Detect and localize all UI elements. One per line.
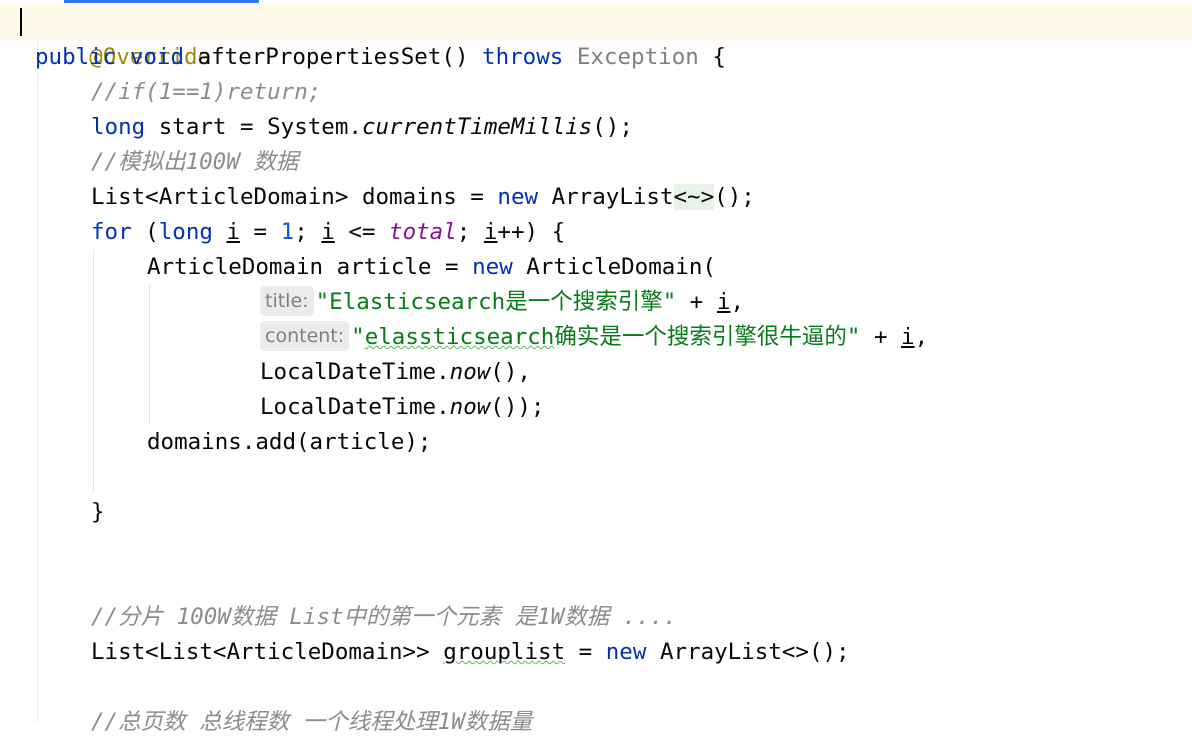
- loop-variable: i: [716, 289, 731, 315]
- code-line-10[interactable]: content: "elassticsearch确实是一个搜索引擎很牛逼的" + …: [260, 320, 928, 355]
- code-text: +: [676, 289, 717, 315]
- comment: //模拟出100W 数据: [91, 149, 299, 175]
- code-line-12[interactable]: LocalDateTime.now());: [260, 390, 544, 425]
- loop-variable: i: [901, 324, 915, 350]
- code-line-9[interactable]: title: "Elasticsearch是一个搜索引擎" + i,: [260, 285, 744, 320]
- active-tab-indicator: [64, 0, 259, 3]
- code-text: ArrayList: [538, 184, 674, 210]
- loop-variable: i: [226, 219, 241, 245]
- code-line-15[interactable]: }: [91, 495, 105, 530]
- folded-diamond[interactable]: <~>: [673, 184, 715, 210]
- static-call: now: [449, 394, 491, 420]
- keyword: new: [605, 639, 647, 665]
- spelling-warning[interactable]: grouplist: [443, 639, 565, 665]
- code-text: ;: [294, 219, 322, 245]
- keyword: long: [158, 219, 213, 245]
- comment: //分片 100W数据 List中的第一个元素 是1W数据 ....: [91, 604, 677, 630]
- code-text: List<List<ArticleDomain>>: [91, 639, 444, 665]
- string-literal: "Elasticsearch是一个搜索引擎": [315, 289, 677, 315]
- text-caret: [20, 8, 22, 36]
- code-text: =: [456, 184, 498, 210]
- code-text: LocalDateTime.: [260, 394, 450, 420]
- code-line-3[interactable]: //if(1==1)return;: [91, 75, 321, 110]
- closing-brace: }: [91, 499, 105, 525]
- code-text: start = System.: [145, 114, 362, 140]
- code-text: ;: [456, 219, 484, 245]
- keyword: throws: [482, 44, 564, 70]
- code-text: =: [240, 219, 281, 245]
- code-text: ArticleDomain article =: [147, 254, 473, 280]
- indent-guide-outer: [37, 40, 38, 723]
- code-text: (),: [490, 359, 531, 385]
- keyword: long: [91, 114, 146, 140]
- code-text: List<ArticleDomain>: [91, 184, 362, 210]
- string-literal: 确实是一个搜索引擎很牛逼的": [554, 324, 861, 350]
- code-line-5[interactable]: //模拟出100W 数据: [91, 145, 298, 180]
- code-text: ();: [714, 184, 755, 210]
- code-text: <=: [334, 219, 390, 245]
- code-text: LocalDateTime.: [260, 359, 450, 385]
- parameter-hint: content:: [260, 321, 350, 351]
- code-text: +: [860, 324, 902, 350]
- code-text: ,: [730, 289, 744, 315]
- comment: //if(1==1)return;: [91, 79, 322, 105]
- code-line-1[interactable]: @Override: [35, 5, 211, 70]
- code-text: ++) {: [497, 219, 566, 245]
- static-call: now: [449, 359, 491, 385]
- loop-variable: i: [483, 219, 498, 245]
- code-text: =: [565, 639, 606, 665]
- indent-guide-for-body: [93, 250, 94, 492]
- code-text: {: [698, 44, 726, 70]
- code-line-19[interactable]: List<List<ArticleDomain>> grouplist = ne…: [91, 635, 850, 670]
- keyword: public: [35, 44, 117, 70]
- parameter-hint: title:: [260, 286, 314, 316]
- keyword: new: [497, 184, 539, 210]
- keyword: new: [472, 254, 513, 280]
- static-call: currentTimeMillis: [361, 114, 593, 140]
- code-text: ,: [914, 324, 929, 350]
- comment: //总页数 总线程数 一个线程处理1W数据量: [91, 709, 533, 735]
- code-text: domains.add(article);: [147, 429, 432, 455]
- code-line-4[interactable]: long start = System.currentTimeMillis();: [91, 110, 633, 145]
- code-text: ArticleDomain(: [512, 254, 716, 280]
- code-line-13[interactable]: domains.add(article);: [147, 425, 431, 460]
- code-line-8[interactable]: ArticleDomain article = new ArticleDomai…: [147, 250, 716, 285]
- number-literal: 1: [280, 219, 295, 245]
- code-line-6[interactable]: List<ArticleDomain> domains = new ArrayL…: [91, 180, 755, 215]
- exception-type: Exception: [576, 44, 699, 70]
- keyword: void: [129, 44, 185, 70]
- indent-guide-constructor-args: [149, 285, 150, 425]
- code-line-7[interactable]: for (long i = 1; i <= total; i++) {: [91, 215, 565, 250]
- string-literal: ": [351, 324, 365, 350]
- code-text: ());: [490, 394, 545, 420]
- code-line-18[interactable]: //分片 100W数据 List中的第一个元素 是1W数据 ....: [91, 600, 677, 635]
- spelling-warning[interactable]: elassticsearch: [365, 324, 555, 350]
- code-line-11[interactable]: LocalDateTime.now(),: [260, 355, 531, 390]
- code-text: ();: [592, 114, 633, 140]
- code-text: ArrayList<>();: [646, 639, 850, 665]
- loop-variable: i: [321, 219, 335, 245]
- code-text: (: [131, 219, 159, 245]
- keyword: for: [91, 219, 132, 245]
- variable: domains: [361, 184, 457, 210]
- field: total: [389, 219, 457, 245]
- method-name: afterPropertiesSet(): [197, 44, 469, 70]
- code-line-2[interactable]: public void afterPropertiesSet() throws …: [35, 40, 726, 75]
